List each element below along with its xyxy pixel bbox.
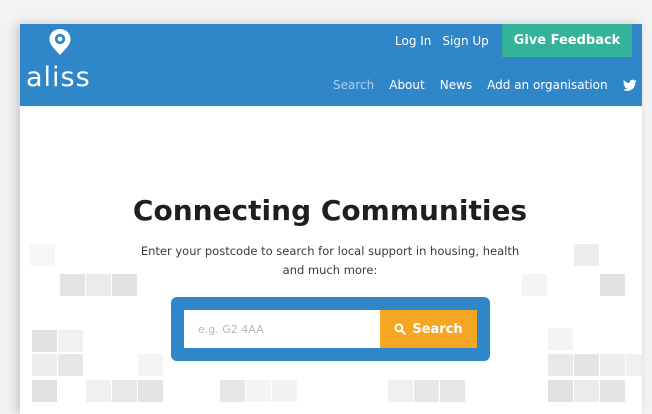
give-feedback-button[interactable]: Give Feedback [502, 24, 632, 57]
bg-tile [574, 354, 599, 376]
signup-link[interactable]: Sign Up [442, 34, 488, 48]
site-header: aliss Log In Sign Up Give Feedback Searc… [20, 24, 642, 106]
bg-tile [30, 244, 55, 266]
bg-tile [138, 380, 163, 402]
bg-tile [220, 380, 245, 402]
account-links: Log In Sign Up [395, 34, 489, 48]
bg-tile [440, 380, 465, 402]
nav-add-organisation-link[interactable]: Add an organisation [487, 78, 607, 92]
bg-tile [626, 354, 642, 376]
hero-subtitle: Enter your postcode to search for local … [130, 242, 530, 280]
bg-tile [58, 330, 83, 352]
bg-tile [600, 380, 625, 402]
bg-tile [600, 274, 625, 296]
bg-tile [414, 380, 439, 402]
hero-title: Connecting Communities [132, 194, 528, 227]
hero-subtitle-line-2: and much more: [282, 263, 378, 277]
bg-tile [246, 380, 271, 402]
login-link[interactable]: Log In [395, 34, 431, 48]
bg-tile [138, 354, 163, 376]
bg-tile [548, 380, 573, 402]
main-nav: Search About News Add an organisation [333, 78, 637, 92]
search-button-label: Search [412, 321, 463, 337]
search-button[interactable]: Search [380, 310, 477, 348]
bg-tile [32, 380, 57, 402]
hero-subtitle-line-1: Enter your postcode to search for local … [140, 244, 520, 258]
location-pin-icon [49, 29, 71, 55]
nav-search-link[interactable]: Search [333, 78, 374, 92]
bg-tile [574, 380, 599, 402]
bg-tile [574, 244, 599, 266]
postcode-input[interactable] [184, 310, 380, 348]
nav-news-link[interactable]: News [440, 78, 472, 92]
bg-tile [86, 274, 111, 296]
web-page: aliss Log In Sign Up Give Feedback Searc… [20, 24, 642, 414]
bg-tile [60, 274, 85, 296]
bg-tile [600, 354, 625, 376]
logo-wordmark: aliss [26, 62, 91, 93]
nav-about-link[interactable]: About [389, 78, 424, 92]
bg-tile [32, 330, 57, 352]
screenshot-frame: aliss Log In Sign Up Give Feedback Searc… [0, 0, 652, 414]
bg-tile [548, 354, 573, 376]
bg-tile [32, 354, 57, 376]
postcode-search-box: Search [171, 297, 490, 361]
bg-tile [388, 380, 413, 402]
bg-tile [86, 380, 111, 402]
bg-tile [548, 328, 573, 350]
bg-tile [112, 380, 137, 402]
search-icon [394, 323, 407, 335]
bg-tile [272, 380, 297, 402]
bg-tile [58, 354, 83, 376]
aliss-logo[interactable]: aliss [26, 28, 96, 98]
twitter-icon[interactable] [622, 79, 637, 92]
